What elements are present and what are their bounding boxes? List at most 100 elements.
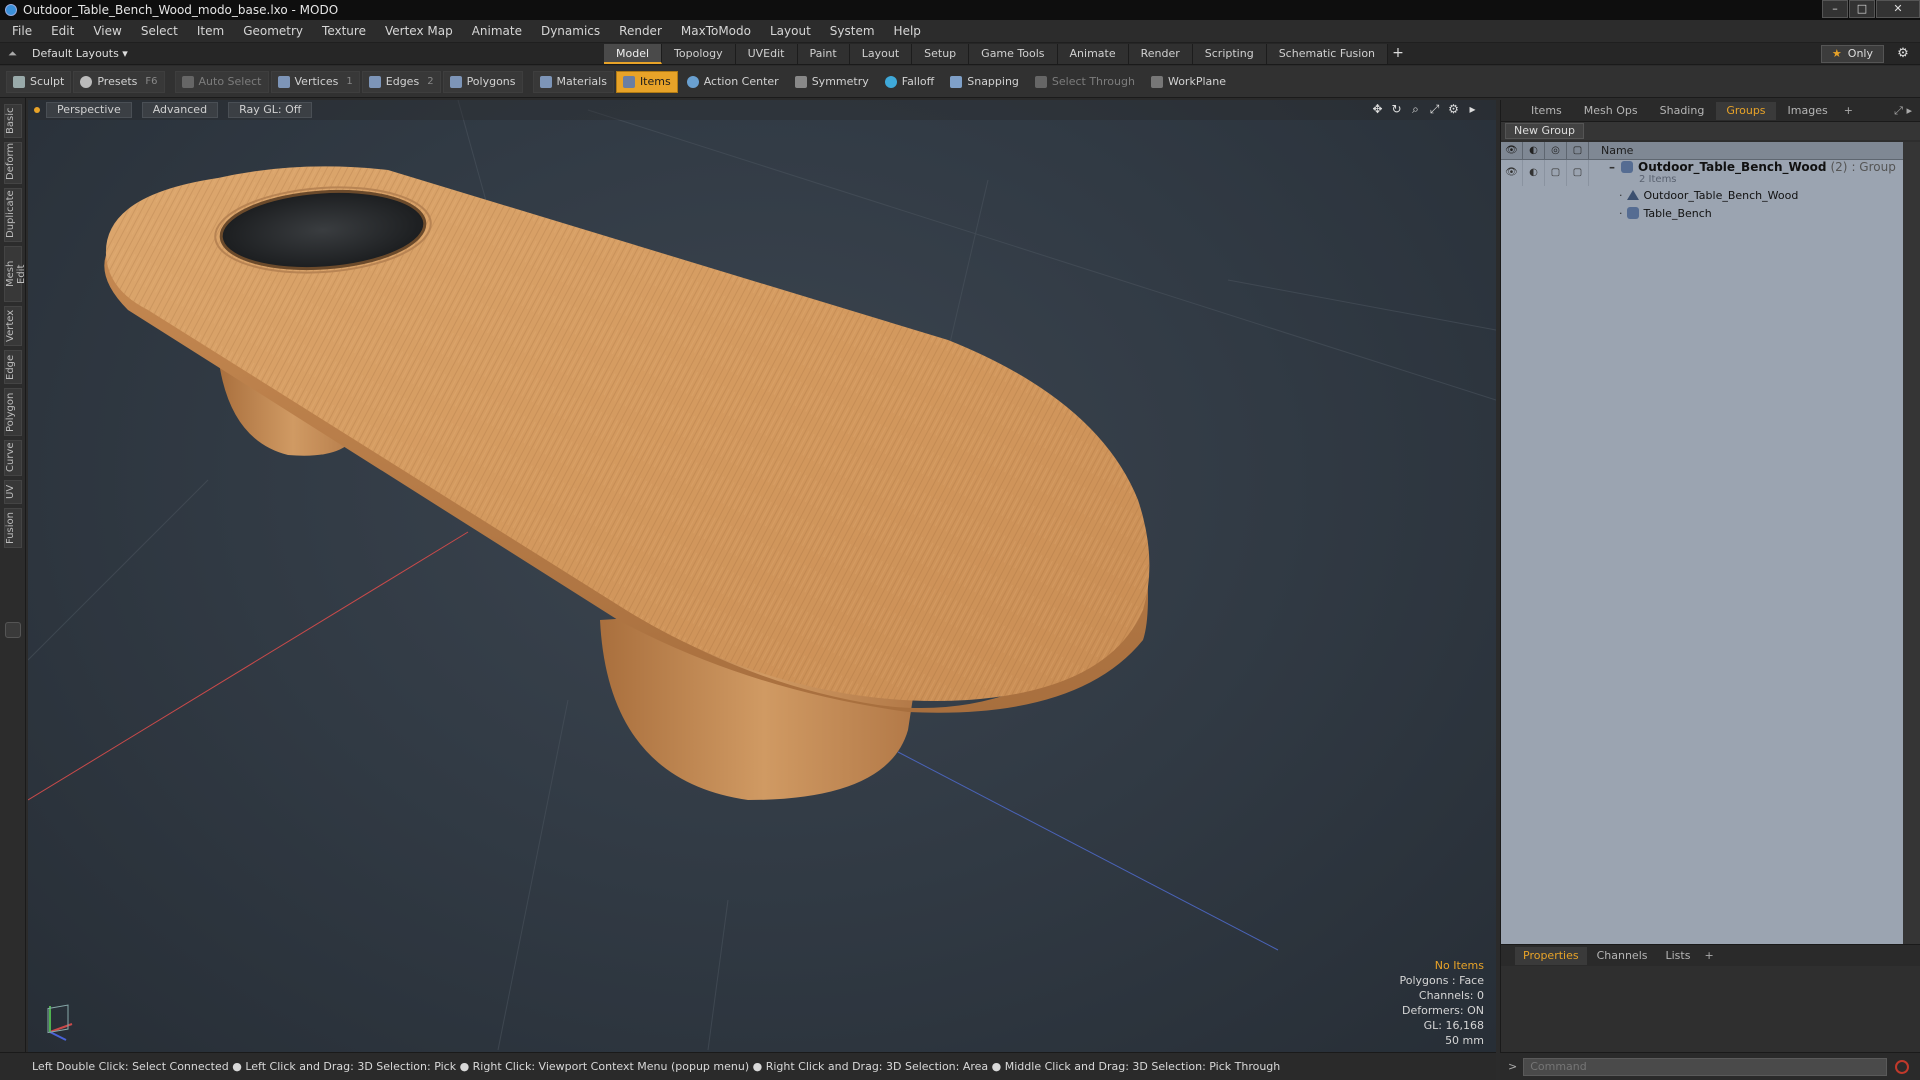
tab-uv[interactable]: UV	[4, 480, 22, 504]
tab-game-tools[interactable]: Game Tools	[969, 44, 1058, 64]
tab-vertex[interactable]: Vertex	[4, 306, 22, 346]
tab-images[interactable]: Images	[1778, 102, 1838, 120]
symmetry-button[interactable]: Symmetry	[788, 71, 876, 93]
polygons-button[interactable]: Polygons	[442, 70, 523, 93]
tab-animate[interactable]: Animate	[1057, 44, 1129, 64]
tab-schematic-fusion[interactable]: Schematic Fusion	[1266, 44, 1389, 64]
tab-channels[interactable]: Channels	[1589, 947, 1656, 965]
maximize-button[interactable]: □	[1849, 0, 1875, 18]
scene-canvas[interactable]	[28, 100, 1496, 1052]
menu-render[interactable]: Render	[619, 24, 662, 38]
menu-edit[interactable]: Edit	[51, 24, 74, 38]
menu-select[interactable]: Select	[141, 24, 178, 38]
name-column-header[interactable]: Name	[1589, 144, 1633, 157]
edges-button[interactable]: Edges 2	[361, 70, 441, 93]
rotate-icon[interactable]: ↻	[1387, 102, 1406, 117]
lock-col-icon[interactable]: ◎	[1545, 141, 1567, 160]
expand-panel-icon[interactable]: ⤢ ▸	[1894, 104, 1912, 118]
menu-system[interactable]: System	[830, 24, 875, 38]
tab-fusion[interactable]: Fusion	[4, 508, 22, 548]
tab-deform[interactable]: Deform	[4, 142, 22, 184]
menu-view[interactable]: View	[93, 24, 121, 38]
tab-mesh-edit[interactable]: Mesh Edit	[4, 246, 27, 302]
add-props-tab-button[interactable]: +	[1704, 949, 1713, 962]
falloff-button[interactable]: Falloff	[878, 71, 941, 93]
perspective-button[interactable]: Perspective	[46, 102, 132, 118]
command-history-icon[interactable]: >	[1508, 1060, 1517, 1073]
render-toggle-icon[interactable]: ◐	[1523, 160, 1545, 186]
render-col-icon[interactable]: ◐	[1523, 141, 1545, 160]
layout-dropdown[interactable]: Default Layouts ▾	[32, 47, 128, 60]
new-group-button[interactable]: New Group	[1505, 123, 1584, 139]
list-item[interactable]: · Table_Bench	[1501, 204, 1903, 222]
lock-toggle-icon[interactable]: ▢	[1545, 160, 1567, 186]
tab-render[interactable]: Render	[1128, 44, 1193, 64]
pan-icon[interactable]: ✥	[1368, 102, 1387, 117]
visibility-eye-icon[interactable]: 👁	[1501, 160, 1523, 186]
tab-scripting[interactable]: Scripting	[1192, 44, 1267, 64]
tab-properties[interactable]: Properties	[1515, 946, 1587, 965]
groups-scrollbar[interactable]	[1903, 142, 1920, 944]
advanced-button[interactable]: Advanced	[141, 102, 219, 118]
expand-group-icon[interactable]: –	[1609, 160, 1615, 174]
menu-animate[interactable]: Animate	[472, 24, 522, 38]
tab-shading[interactable]: Shading	[1650, 102, 1715, 120]
viewport-settings-icon[interactable]: ⚙	[1444, 102, 1463, 117]
vertices-button[interactable]: Vertices 1	[270, 70, 360, 93]
tab-topology[interactable]: Topology	[662, 44, 736, 64]
presets-button[interactable]: Presets F6	[73, 70, 165, 93]
tab-items[interactable]: Items	[1521, 102, 1572, 120]
command-input[interactable]	[1523, 1057, 1888, 1076]
list-item[interactable]: · Outdoor_Table_Bench_Wood	[1501, 186, 1903, 204]
menu-geometry[interactable]: Geometry	[243, 24, 303, 38]
add-tab-button[interactable]: +	[1388, 43, 1408, 65]
gear-icon[interactable]: ⚙	[1894, 45, 1912, 63]
auto-select-button[interactable]: Auto Select	[174, 70, 269, 93]
add-panel-tab-button[interactable]: +	[1844, 104, 1853, 117]
items-button[interactable]: Items	[615, 70, 678, 93]
snapping-button[interactable]: Snapping	[943, 71, 1026, 93]
select-col-icon[interactable]: ▢	[1567, 141, 1589, 160]
panel-toggle-button[interactable]	[5, 622, 21, 638]
action-center-button[interactable]: Action Center	[680, 71, 786, 93]
menu-texture[interactable]: Texture	[322, 24, 366, 38]
3d-viewport[interactable]: Perspective Advanced Ray GL: Off ✥ ↻ ⌕ ⤢…	[28, 100, 1496, 1052]
viewport-menu-icon[interactable]	[34, 107, 40, 113]
materials-button[interactable]: Materials	[532, 70, 614, 93]
tab-edge[interactable]: Edge	[4, 350, 22, 384]
tab-paint[interactable]: Paint	[797, 44, 850, 64]
tab-setup[interactable]: Setup	[912, 44, 970, 64]
tab-polygon[interactable]: Polygon	[4, 388, 22, 436]
raygl-button[interactable]: Ray GL: Off	[228, 102, 313, 118]
menu-dynamics[interactable]: Dynamics	[541, 24, 600, 38]
zoom-icon[interactable]: ⌕	[1406, 102, 1425, 117]
select-through-button[interactable]: Select Through	[1028, 71, 1142, 93]
menu-file[interactable]: File	[12, 24, 32, 38]
menu-layout[interactable]: Layout	[770, 24, 811, 38]
tab-basic[interactable]: Basic	[4, 104, 22, 138]
menu-item[interactable]: Item	[197, 24, 224, 38]
only-button[interactable]: ★ Only	[1820, 45, 1884, 63]
tab-model[interactable]: Model	[604, 44, 663, 64]
groups-list[interactable]: 👁 ◐ ◎ ▢ Name 👁 ◐ ▢ ▢ – Outdoor_Table_Ben…	[1501, 141, 1903, 944]
layout-collapse-icon[interactable]: ⏶	[8, 47, 22, 61]
select-toggle-icon[interactable]: ▢	[1567, 160, 1589, 186]
visibility-col-icon[interactable]: 👁	[1501, 141, 1523, 160]
tab-duplicate[interactable]: Duplicate	[4, 188, 22, 242]
tab-curve[interactable]: Curve	[4, 440, 22, 476]
workplane-button[interactable]: WorkPlane	[1144, 71, 1233, 93]
menu-help[interactable]: Help	[894, 24, 921, 38]
tab-lists[interactable]: Lists	[1658, 947, 1699, 965]
menu-vertex-map[interactable]: Vertex Map	[385, 24, 453, 38]
tab-layout[interactable]: Layout	[849, 44, 913, 64]
minimize-button[interactable]: –	[1822, 0, 1848, 18]
stop-icon[interactable]	[1895, 1059, 1910, 1074]
group-row[interactable]: 👁 ◐ ▢ ▢ – Outdoor_Table_Bench_Wood (2) :…	[1501, 160, 1903, 186]
tab-mesh-ops[interactable]: Mesh Ops	[1574, 102, 1648, 120]
maximize-viewport-icon[interactable]: ⤢	[1425, 102, 1444, 117]
tab-groups[interactable]: Groups	[1716, 101, 1776, 120]
sculpt-button[interactable]: Sculpt	[6, 70, 72, 93]
close-button[interactable]: ✕	[1876, 0, 1920, 18]
tab-uvedit[interactable]: UVEdit	[735, 44, 798, 64]
viewport-more-icon[interactable]: ▸	[1463, 102, 1482, 117]
